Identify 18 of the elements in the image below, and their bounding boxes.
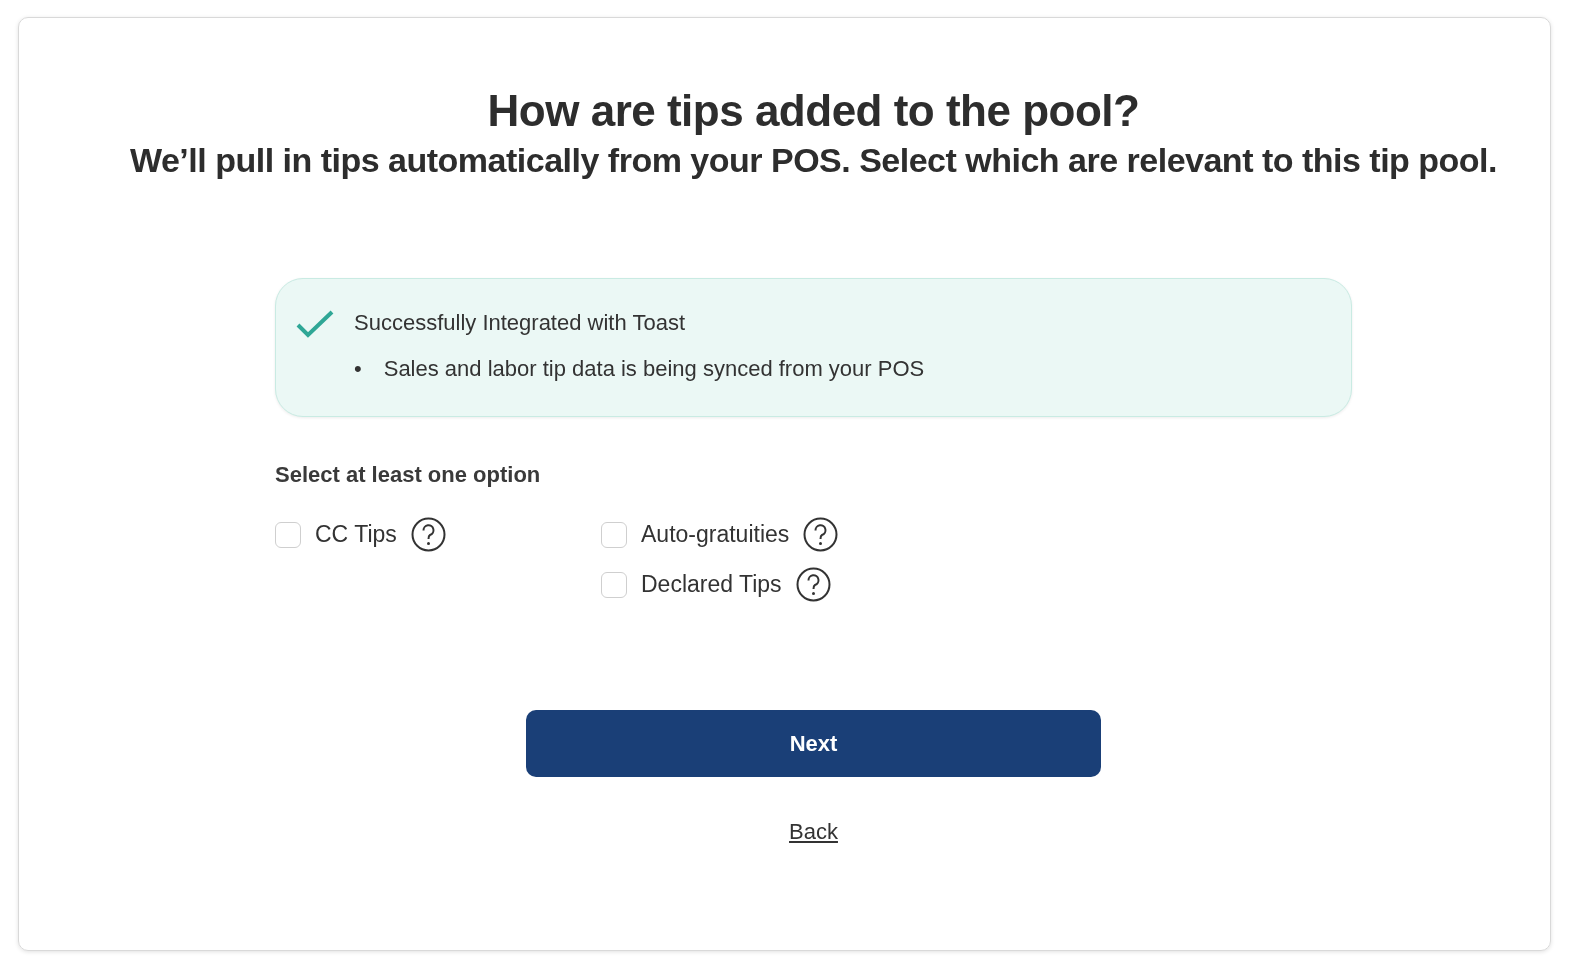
banner-bullet: Sales and labor tip data is being synced from your POS <box>383 355 925 383</box>
bullet-marker: • <box>354 355 362 383</box>
next-button[interactable]: Next <box>526 710 1101 777</box>
help-icon[interactable] <box>410 517 446 552</box>
checkmark-icon <box>296 309 334 339</box>
help-icon[interactable] <box>803 517 839 552</box>
back-link[interactable]: Back <box>789 819 838 845</box>
checkbox[interactable] <box>275 521 301 548</box>
checkbox[interactable] <box>601 571 627 598</box>
option-label: Declared Tips <box>641 571 782 598</box>
page-subtitle: We’ll pull in tips automatically from your POS. Select which are relevant to this tip pool. <box>130 140 1497 181</box>
option-label: CC Tips <box>315 521 397 548</box>
checkbox[interactable] <box>601 521 627 548</box>
help-icon[interactable] <box>795 567 831 602</box>
page-title: How are tips added to the pool? <box>487 85 1140 137</box>
banner-title: Successfully Integrated with Toast <box>354 309 686 337</box>
options-label: Select at least one option <box>275 462 541 488</box>
option-label: Auto-gratuities <box>641 521 790 548</box>
